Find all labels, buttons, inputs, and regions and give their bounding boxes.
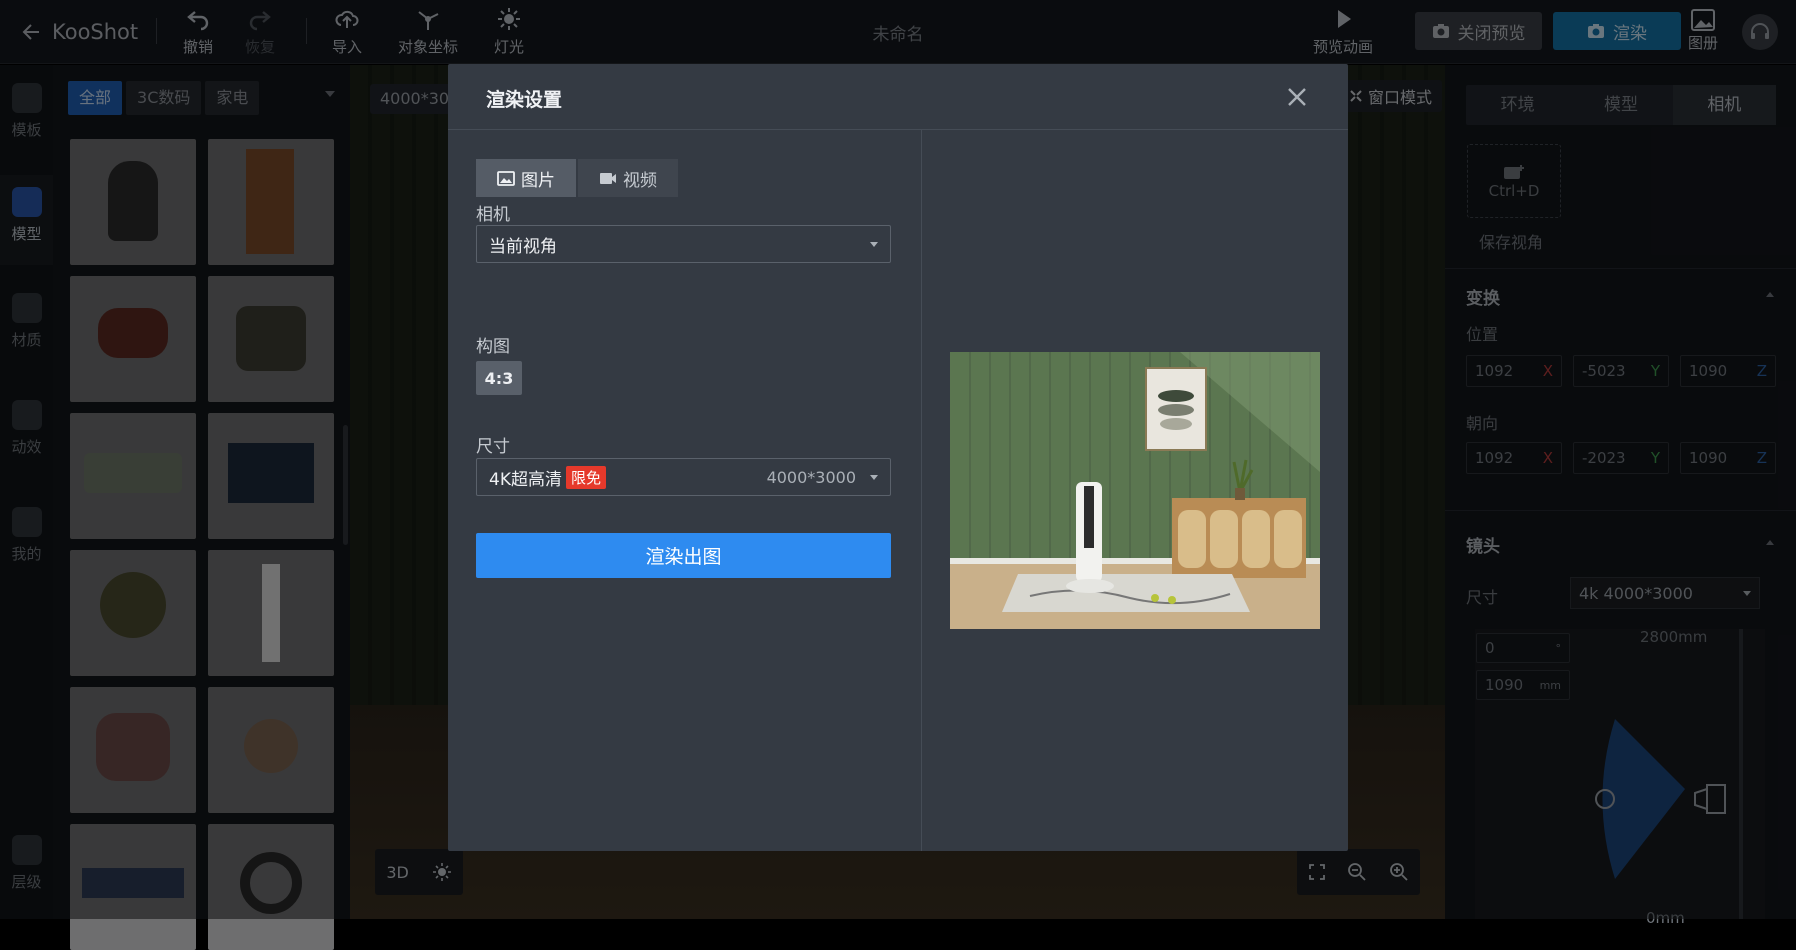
tab-image[interactable]: 图片 bbox=[476, 159, 576, 197]
image-icon bbox=[497, 170, 515, 186]
dialog-header: 渲染设置 bbox=[448, 64, 1348, 130]
video-icon bbox=[600, 172, 616, 184]
tab-video[interactable]: 视频 bbox=[578, 159, 678, 197]
tab-image-label: 图片 bbox=[521, 170, 555, 191]
chevron-down-icon bbox=[870, 474, 878, 480]
render-preview-image bbox=[950, 352, 1320, 629]
size-select-value: 4K超高清 bbox=[489, 469, 562, 490]
close-icon[interactable] bbox=[1282, 82, 1312, 112]
render-settings-dialog: 渲染设置 图片 视频 相机 当前视角 构图 4:3 尺寸 4K超高清 限免 40… bbox=[448, 64, 1348, 851]
free-badge: 限免 bbox=[565, 465, 606, 489]
ratio-button[interactable]: 4:3 bbox=[476, 361, 522, 395]
size-dimensions: 4000*3000 bbox=[766, 467, 856, 487]
camera-select[interactable]: 当前视角 bbox=[476, 225, 891, 263]
tab-video-label: 视频 bbox=[623, 170, 657, 191]
size-label: 尺寸 bbox=[476, 437, 510, 457]
composition-label: 构图 bbox=[476, 337, 510, 357]
dialog-title: 渲染设置 bbox=[486, 89, 563, 111]
preview-scene bbox=[950, 352, 1320, 629]
camera-label: 相机 bbox=[476, 205, 510, 225]
render-output-button[interactable]: 渲染出图 bbox=[476, 533, 891, 578]
dialog-divider bbox=[921, 130, 922, 851]
chevron-down-icon bbox=[870, 241, 878, 247]
camera-select-value: 当前视角 bbox=[489, 236, 557, 257]
size-select[interactable]: 4K超高清 限免 4000*3000 bbox=[476, 458, 891, 496]
